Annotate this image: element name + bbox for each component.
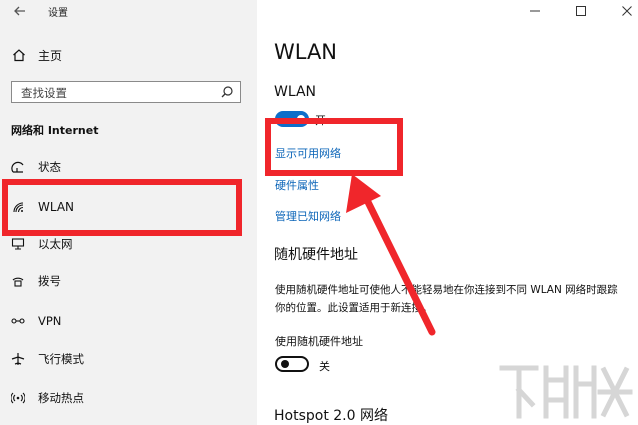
- minimize-icon[interactable]: [529, 5, 541, 17]
- sidebar-item-label: 拨号: [38, 274, 61, 288]
- back-arrow-icon[interactable]: [10, 2, 30, 20]
- sidebar-item-label: 移动热点: [38, 391, 84, 405]
- sidebar-item-hotspot[interactable]: 移动热点: [0, 383, 257, 413]
- search-icon[interactable]: [220, 85, 234, 99]
- sidebar-item-dialup[interactable]: 拨号: [0, 266, 257, 296]
- random-hw-description: 使用随机硬件地址可使他人不能轻易地在你连接到不同 WLAN 网络时跟踪你的位置。…: [275, 284, 618, 314]
- home-label: 主页: [38, 48, 63, 63]
- section-title: 网络和 Internet: [11, 124, 99, 137]
- random-hw-toggle-label: 使用随机硬件地址: [275, 335, 363, 348]
- home-icon: [13, 49, 25, 62]
- search-input[interactable]: 查找设置: [11, 81, 241, 103]
- ethernet-icon: [10, 236, 26, 252]
- sidebar-item-airplane[interactable]: 飞行模式: [0, 344, 257, 374]
- page-title: WLAN: [274, 40, 338, 64]
- search-placeholder: 查找设置: [21, 86, 67, 100]
- window-title: 设置: [48, 8, 68, 19]
- highlight-box-wlan: [2, 179, 242, 236]
- hotspot-heading: Hotspot 2.0 网络: [274, 408, 388, 424]
- hardware-properties-link[interactable]: 硬件属性: [275, 177, 319, 193]
- highlight-box-show-networks: [265, 118, 403, 176]
- home-nav-item[interactable]: 主页: [12, 46, 62, 64]
- sidebar-item-label: 以太网: [38, 237, 73, 251]
- sidebar-item-label: 飞行模式: [38, 352, 84, 366]
- random-hw-heading: 随机硬件地址: [274, 247, 358, 263]
- toggle-knob: [281, 360, 289, 368]
- maximize-icon[interactable]: [575, 5, 587, 17]
- vpn-icon: [10, 313, 26, 329]
- sidebar-item-vpn[interactable]: VPN: [0, 306, 257, 336]
- window-controls: [529, 3, 633, 19]
- dialup-icon: [10, 273, 26, 289]
- airplane-icon: [10, 351, 26, 367]
- random-hw-toggle[interactable]: [275, 356, 309, 372]
- manage-known-networks-link[interactable]: 管理已知网络: [275, 208, 341, 224]
- close-icon[interactable]: [621, 5, 633, 17]
- random-hw-toggle-state: 关: [319, 360, 330, 373]
- wlan-section-label: WLAN: [274, 84, 317, 100]
- sidebar: 设置 主页 查找设置 网络和 Internet 状态 WLAN 以太网 拨号 V…: [0, 0, 257, 425]
- watermark-logo: [499, 365, 633, 419]
- status-icon: [10, 159, 26, 175]
- hotspot-icon: [10, 390, 26, 406]
- sidebar-item-label: 状态: [38, 160, 61, 174]
- sidebar-item-status[interactable]: 状态: [0, 152, 257, 182]
- sidebar-item-label: VPN: [38, 314, 62, 328]
